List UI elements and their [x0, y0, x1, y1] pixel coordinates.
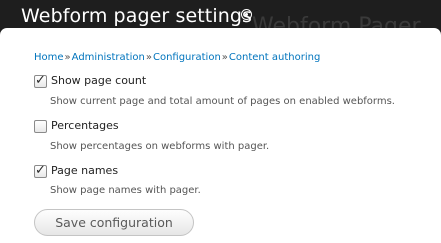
show-page-count-checkbox[interactable]: ✓ — [34, 73, 47, 88]
breadcrumb-separator: » — [145, 52, 152, 63]
add-shortcut-icon[interactable] — [241, 9, 252, 20]
checkmark-icon: ✓ — [35, 73, 46, 88]
percentages-checkbox[interactable] — [34, 120, 47, 133]
breadcrumb-content-authoring[interactable]: Content authoring — [229, 52, 320, 63]
show-page-count-label[interactable]: Show page count — [51, 74, 146, 87]
show-page-count-description: Show current page and total amount of pa… — [50, 96, 395, 107]
page-title: Webform pager settings — [21, 5, 253, 27]
breadcrumb-home[interactable]: Home — [34, 52, 64, 63]
breadcrumb-separator: » — [221, 52, 228, 63]
page-names-label[interactable]: Page names — [51, 164, 118, 177]
breadcrumb-separator: » — [64, 52, 71, 63]
percentages-label[interactable]: Percentages — [51, 119, 119, 132]
page-names-checkbox[interactable]: ✓ — [34, 163, 47, 178]
page-names-description: Show page names with pager. — [50, 185, 201, 196]
percentages-description: Show percentages on webforms with pager. — [50, 141, 270, 152]
breadcrumb-configuration[interactable]: Configuration — [153, 52, 221, 63]
breadcrumb: Home»Administration»Configuration»Conten… — [34, 52, 320, 63]
breadcrumb-administration[interactable]: Administration — [72, 52, 145, 63]
checkmark-icon: ✓ — [35, 163, 46, 178]
save-configuration-button[interactable]: Save configuration — [34, 209, 194, 236]
page: Webform Pager Webform pager settings Hom… — [0, 0, 441, 243]
